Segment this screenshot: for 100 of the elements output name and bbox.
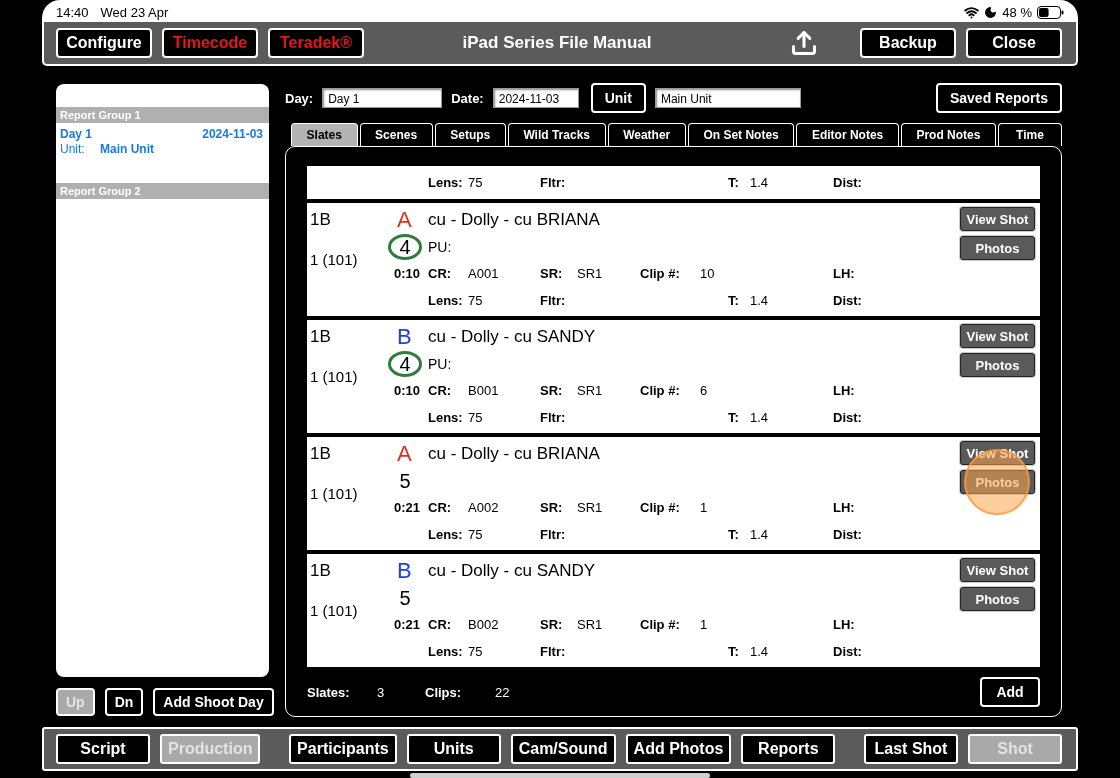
photos-button[interactable]: Photos xyxy=(960,236,1035,260)
field-value: SR1 xyxy=(577,382,604,398)
nav-button[interactable]: Units xyxy=(406,734,501,764)
tab[interactable]: On Set Notes xyxy=(687,123,795,146)
tab[interactable]: Wild Tracks xyxy=(507,123,606,146)
field-value: 1 xyxy=(700,616,709,632)
nav-button[interactable]: Reports xyxy=(741,734,836,764)
take-number: 4 xyxy=(388,351,422,377)
unit-button[interactable]: Unit xyxy=(590,83,646,113)
tab[interactable]: Slates xyxy=(291,123,358,146)
upload-icon[interactable] xyxy=(790,29,818,57)
unit-field[interactable]: Main Unit xyxy=(654,88,801,108)
slate-row[interactable]: 1B 1 (101) B 5 cu - Dolly - cu SANDY 0:21 CR: B002 SR: SR1 Clip #: 1 LH: Lens: 75 Fltr: T: 1.4 Dist: View Shot Photos xyxy=(307,554,1040,667)
shot-description: cu - Dolly - cu SANDY xyxy=(428,327,597,347)
field-label: T: xyxy=(728,410,740,425)
field-label: Lens: xyxy=(428,527,464,542)
field-value: B001 xyxy=(468,382,500,398)
field-label: LH: xyxy=(833,382,856,398)
field-label: T: xyxy=(728,527,740,542)
day-field[interactable]: Day 1 xyxy=(322,88,443,108)
group-header: Report Group 1 xyxy=(56,107,269,123)
field-label: Fltr: xyxy=(540,410,567,425)
field-value: 1 xyxy=(700,499,709,515)
nav-button[interactable]: Last Shot xyxy=(864,734,958,764)
field-value: 75 xyxy=(468,293,484,308)
field-label: Lens: xyxy=(428,644,464,659)
slate-row[interactable]: 1B 1 (101) A 4 cu - Dolly - cu BRIANA PU: 0:10 CR: A001 SR: SR1 Clip #: 10 LH: Lens: 75 Fltr: T: 1.4 Dist: View Shot Photos xyxy=(307,203,1040,316)
field-value: 75 xyxy=(468,175,484,190)
moon-icon xyxy=(984,5,998,19)
status-time: 14:40 xyxy=(56,4,89,20)
field-label: T: xyxy=(728,644,740,659)
saved-reports-button[interactable]: Saved Reports xyxy=(935,83,1062,113)
field-value: 1.4 xyxy=(750,527,770,542)
tab[interactable]: Weather xyxy=(607,123,686,146)
sidebar-button[interactable]: Dn xyxy=(104,688,144,716)
field-value: A002 xyxy=(468,499,500,515)
take-number: 5 xyxy=(398,469,412,494)
slate-number: 1B xyxy=(310,561,332,581)
field-label: Dist: xyxy=(833,293,863,308)
slate-row[interactable]: Lens: 75 Fltr: T: 1.4 Dist: xyxy=(307,166,1040,199)
field-label: Lens: xyxy=(428,175,464,190)
field-label: CR: xyxy=(428,616,453,632)
day-label: Day: xyxy=(285,90,314,106)
wifi-icon xyxy=(964,4,980,20)
tab[interactable]: Setups xyxy=(434,123,506,146)
camera-letter: A xyxy=(397,207,413,233)
field-label: LH: xyxy=(833,265,856,281)
entry-unit: Main Unit xyxy=(100,142,154,157)
tab[interactable]: Editor Notes xyxy=(796,123,899,146)
toolbar-button[interactable]: Teradek® xyxy=(268,28,364,58)
field-value: 1.4 xyxy=(750,175,770,190)
field-label: Dist: xyxy=(833,175,863,190)
setup-number: 1 (101) xyxy=(310,367,359,385)
tab[interactable]: Scenes xyxy=(359,123,433,146)
field-value: B002 xyxy=(468,616,500,632)
nav-button[interactable]: Add Photos xyxy=(625,734,732,764)
slate-row[interactable]: 1B 1 (101) B 4 cu - Dolly - cu SANDY PU: 0:10 CR: B001 SR: SR1 Clip #: 6 LH: Lens: 75 Fltr: T: 1.4 Dist: View Shot Photos xyxy=(307,320,1040,433)
field-label: Dist: xyxy=(833,527,863,542)
photos-button[interactable]: Photos xyxy=(960,587,1035,611)
clips-count: 22 xyxy=(495,684,511,700)
field-value: 1.4 xyxy=(750,293,770,308)
field-value: 75 xyxy=(468,644,484,659)
slate-number: 1B xyxy=(310,210,332,230)
field-label: LH: xyxy=(833,616,856,632)
field-label: LH: xyxy=(833,499,856,515)
toolbar-button[interactable]: Configure xyxy=(56,28,152,58)
field-label: Fltr: xyxy=(540,175,567,190)
tab[interactable]: Time xyxy=(998,123,1062,146)
shot-description: cu - Dolly - cu SANDY xyxy=(428,561,597,581)
tab[interactable]: Prod Notes xyxy=(900,123,996,146)
nav-button[interactable]: Participants xyxy=(289,734,397,764)
field-label: Dist: xyxy=(833,644,863,659)
duration: 0:10 xyxy=(394,265,422,281)
slates-count: 3 xyxy=(377,684,386,700)
field-label: Lens: xyxy=(428,410,464,425)
photos-button[interactable]: Photos xyxy=(960,353,1035,377)
group-header: Report Group 2 xyxy=(56,183,269,199)
field-label: CR: xyxy=(428,382,453,398)
nav-button[interactable]: Script xyxy=(56,734,150,764)
field-label: Dist: xyxy=(833,410,863,425)
slate-number: 1B xyxy=(310,444,332,464)
duration: 0:10 xyxy=(394,382,422,398)
toolbar-button[interactable]: Backup xyxy=(860,28,956,58)
field-value: 75 xyxy=(468,527,484,542)
sidebar-button[interactable]: Add Shoot Day xyxy=(153,688,274,716)
view-shot-button[interactable]: View Shot xyxy=(960,558,1035,582)
view-shot-button[interactable]: View Shot xyxy=(960,207,1035,231)
nav-button[interactable]: Cam/Sound xyxy=(510,734,616,764)
toolbar-button[interactable]: Timecode xyxy=(162,28,258,58)
field-label: Fltr: xyxy=(540,527,567,542)
setup-number: 1 (101) xyxy=(310,484,359,502)
clips-label: Clips: xyxy=(425,684,463,700)
report-entry[interactable]: Day 1 2024-11-03 Unit: Main Unit xyxy=(56,123,269,183)
field-value: 1.4 xyxy=(750,644,770,659)
add-button[interactable]: Add xyxy=(980,677,1040,707)
view-shot-button[interactable]: View Shot xyxy=(960,324,1035,348)
toolbar-button[interactable]: Close xyxy=(966,28,1062,58)
field-label: Lens: xyxy=(428,293,464,308)
date-field[interactable]: 2024-11-03 xyxy=(492,88,579,108)
pu-label: PU: xyxy=(428,356,453,372)
